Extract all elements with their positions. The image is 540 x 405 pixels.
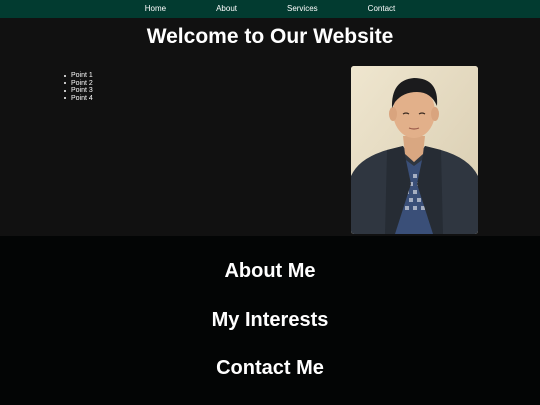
page-title: Welcome to Our Website bbox=[146, 25, 394, 48]
hero-section: Welcome to Our Website Point 1 Point 2 P… bbox=[0, 18, 540, 236]
person-portrait-icon bbox=[351, 66, 478, 234]
top-navbar: Home About Services Contact bbox=[0, 0, 540, 18]
list-item: Point 4 bbox=[64, 94, 93, 102]
my-interests-heading: My Interests bbox=[211, 309, 329, 331]
nav-link-about[interactable]: About bbox=[216, 0, 237, 18]
profile-photo bbox=[351, 66, 478, 234]
nav-link-contact[interactable]: Contact bbox=[368, 0, 396, 18]
points-list: Point 1 Point 2 Point 3 Point 4 bbox=[64, 72, 93, 102]
nav-link-services[interactable]: Services bbox=[287, 0, 318, 18]
nav-link-home[interactable]: Home bbox=[145, 0, 166, 18]
list-item: Point 3 bbox=[64, 87, 93, 94]
contact-me-heading: Contact Me bbox=[216, 357, 324, 379]
about-me-heading: About Me bbox=[224, 260, 316, 282]
list-item: Point 2 bbox=[64, 79, 93, 87]
list-item: Point 1 bbox=[64, 72, 93, 79]
